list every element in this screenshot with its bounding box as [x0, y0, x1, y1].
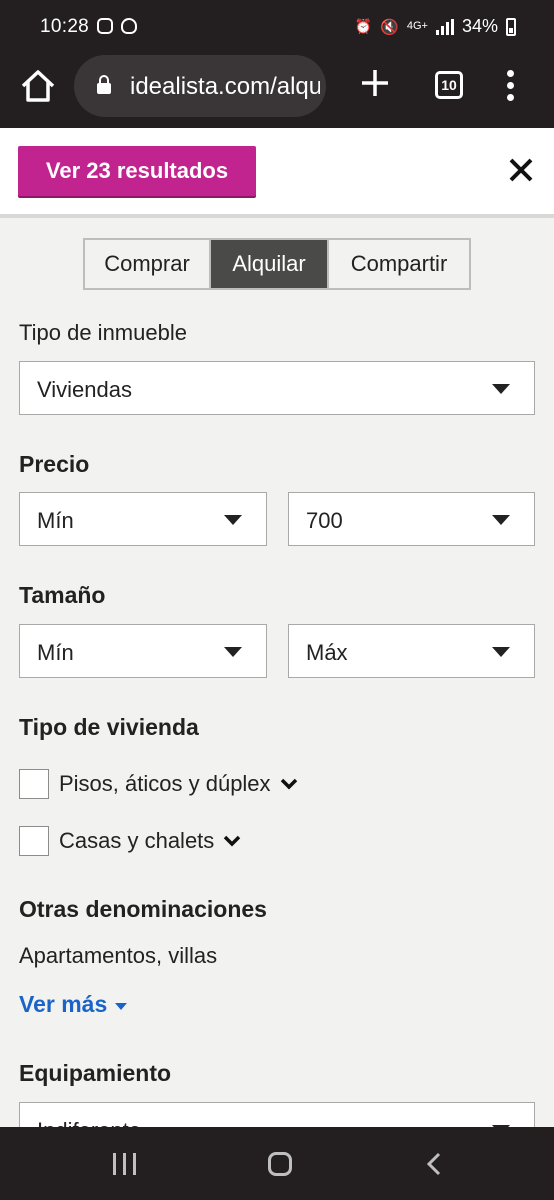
address-bar[interactable]: idealista.com/alquiler: [74, 55, 326, 117]
lock-icon: [97, 75, 111, 94]
tab-compartir[interactable]: Compartir: [327, 240, 469, 288]
view-results-button[interactable]: Ver 23 resultados: [18, 146, 256, 196]
chevron-down-icon[interactable]: [222, 834, 242, 848]
shield-icon: [121, 18, 137, 34]
see-more-link[interactable]: Ver más: [19, 991, 128, 1018]
home-nav-icon[interactable]: [268, 1152, 292, 1176]
housing-type-title: Tipo de vivienda: [19, 714, 199, 740]
filter-header: Ver 23 resultados: [0, 128, 554, 218]
status-bar: 10:28 ⏰ 🔇 4G+ 34%: [0, 0, 554, 52]
caret-down-icon: [224, 515, 242, 525]
back-icon[interactable]: [425, 1152, 445, 1176]
size-min-select[interactable]: Mín: [19, 624, 267, 678]
price-min-value: Mín: [37, 508, 74, 533]
battery-label: 34%: [461, 16, 498, 36]
more-menu-icon[interactable]: [505, 70, 515, 102]
system-nav-bar: [0, 1127, 554, 1200]
checkbox[interactable]: [19, 769, 49, 799]
other-names-text: Apartamentos, villas: [19, 943, 218, 968]
network-label: 4G+: [406, 20, 428, 32]
alarm-icon: ⏰: [354, 18, 373, 34]
price-title: Precio: [19, 451, 90, 477]
caret-down-icon: [492, 515, 510, 525]
browser-toolbar: idealista.com/alquiler 10: [0, 52, 554, 128]
tab-alquilar[interactable]: Alquilar: [211, 240, 327, 288]
size-max-value: Máx: [306, 640, 348, 665]
url-text: idealista.com/alquiler: [130, 73, 320, 100]
status-right: ⏰ 🔇 4G+ 34%: [355, 16, 516, 37]
caret-down-icon: [115, 1002, 128, 1010]
chevron-down-icon[interactable]: [279, 777, 299, 791]
close-icon[interactable]: [506, 155, 536, 185]
caret-down-icon: [492, 647, 510, 657]
mute-icon: 🔇: [380, 18, 399, 36]
housing-option-casas[interactable]: Casas y chalets: [19, 826, 242, 856]
checkbox[interactable]: [19, 826, 49, 856]
property-type-label: Tipo de inmueble: [19, 320, 187, 345]
signal-icon: [435, 18, 454, 35]
instagram-icon: [97, 18, 113, 34]
housing-option-pisos[interactable]: Pisos, áticos y dúplex: [19, 769, 299, 799]
size-max-select[interactable]: Máx: [288, 624, 535, 678]
equipment-title: Equipamiento: [19, 1060, 172, 1086]
size-title: Tamaño: [19, 582, 106, 608]
caret-down-icon: [224, 647, 242, 657]
recents-icon[interactable]: [113, 1153, 137, 1175]
price-max-select[interactable]: 700: [288, 492, 535, 546]
home-icon[interactable]: [18, 66, 58, 106]
other-names-title: Otras denominaciones: [19, 896, 267, 922]
price-min-select[interactable]: Mín: [19, 492, 267, 546]
new-tab-icon[interactable]: [358, 66, 392, 100]
status-time: 10:28: [40, 16, 90, 37]
caret-down-icon: [492, 384, 510, 394]
property-type-value: Viviendas: [37, 377, 132, 402]
tab-comprar[interactable]: Comprar: [85, 240, 211, 288]
see-more-label: Ver más: [19, 991, 108, 1017]
checkbox-label: Casas y chalets: [59, 828, 215, 853]
price-max-value: 700: [306, 508, 343, 533]
battery-icon: [506, 17, 516, 36]
operation-segmented-control: Comprar Alquilar Compartir: [83, 238, 471, 290]
tab-switcher-button[interactable]: 10: [435, 71, 463, 99]
checkbox-label: Pisos, áticos y dúplex: [59, 771, 271, 796]
property-type-select[interactable]: Viviendas: [19, 361, 535, 415]
size-min-value: Mín: [37, 640, 74, 665]
